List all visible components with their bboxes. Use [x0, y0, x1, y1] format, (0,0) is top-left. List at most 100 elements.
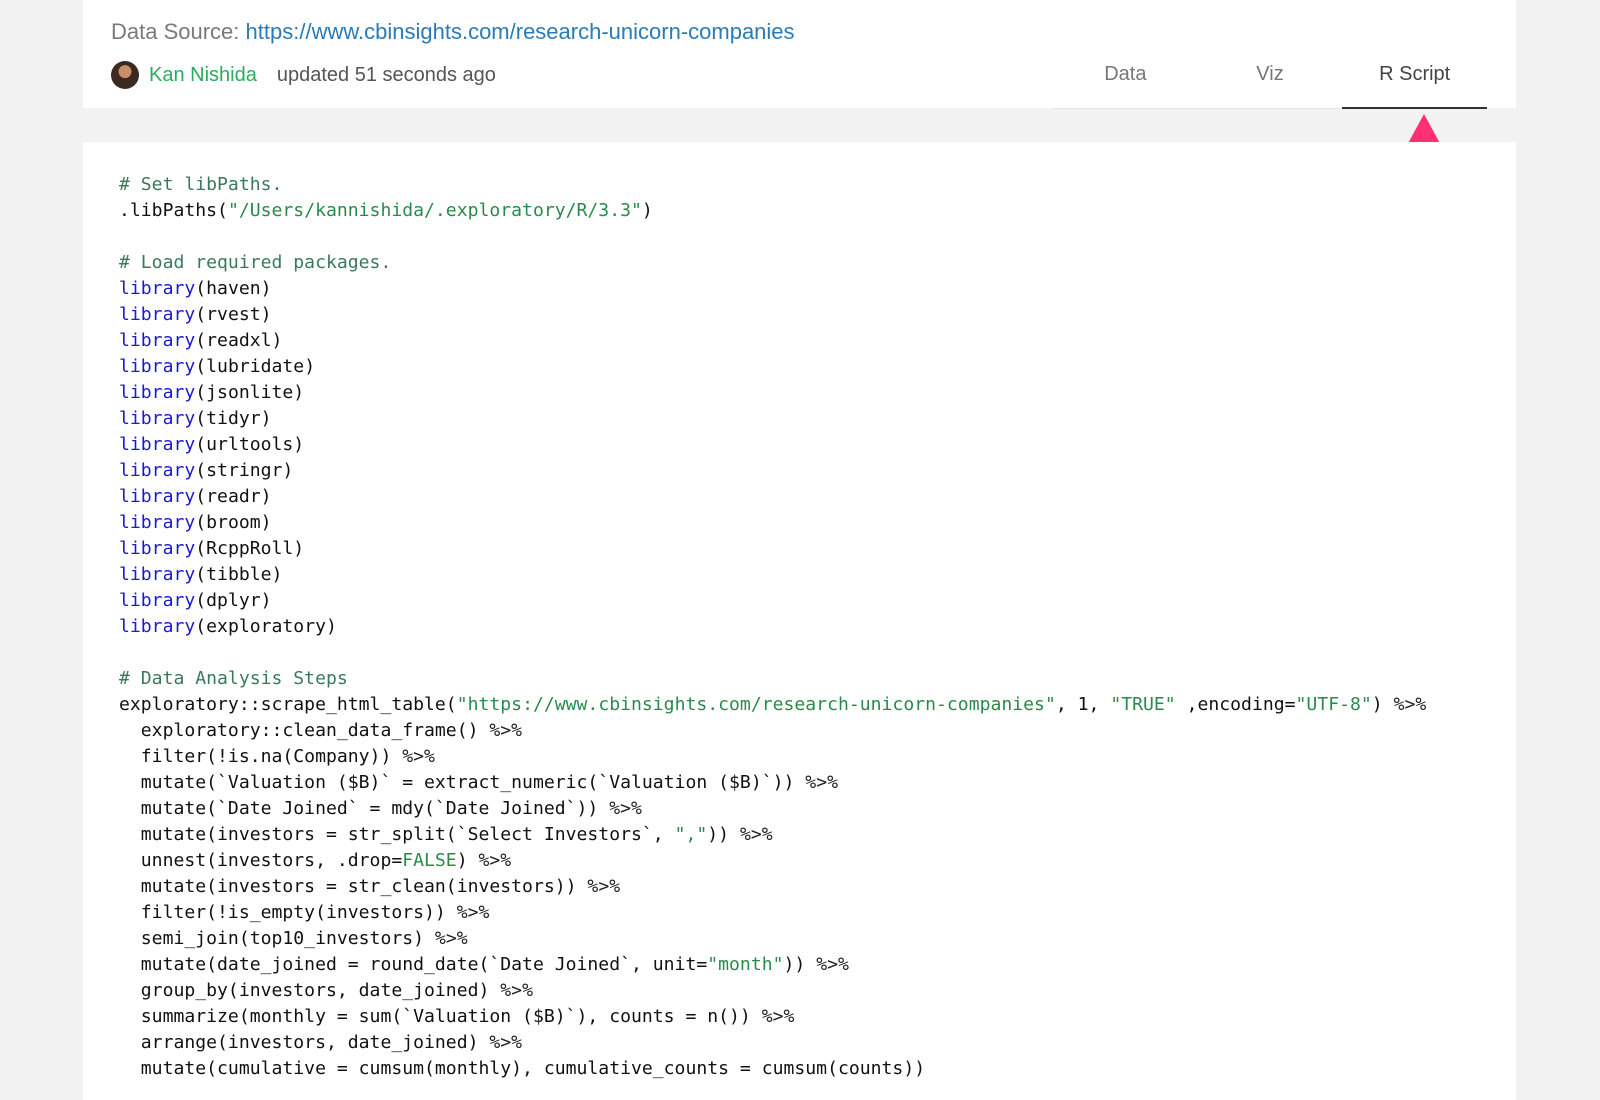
- tab-viz[interactable]: Viz: [1198, 50, 1343, 108]
- code-line: mutate(cumulative = cumsum(monthly), cum…: [119, 1056, 1426, 1082]
- code-keyword: library: [119, 460, 196, 481]
- code-pipe-operator: %>%: [1393, 694, 1427, 715]
- code-keyword: library: [119, 356, 196, 377]
- code-text: mutate(date_joined = round_date(`Date Jo…: [119, 954, 708, 975]
- code-pipe-operator: %>%: [609, 798, 642, 819]
- code-pipe-operator: %>%: [456, 902, 490, 923]
- code-text: (RcppRoll): [195, 538, 305, 559]
- code-string: "UTF-8": [1295, 694, 1372, 715]
- code-line: # Set libPaths.: [119, 172, 1426, 198]
- code-text: )): [707, 824, 740, 845]
- tab-r-script[interactable]: R Script: [1342, 50, 1487, 109]
- code-text: mutate(cumulative = cumsum(monthly), cum…: [119, 1058, 926, 1079]
- code-line: mutate(`Date Joined` = mdy(`Date Joined`…: [119, 796, 1426, 822]
- code-text: ): [456, 850, 479, 871]
- view-tabs: Data Viz R Script: [1053, 50, 1487, 109]
- tab-data[interactable]: Data: [1053, 50, 1198, 108]
- code-line: mutate(investors = str_split(`Select Inv…: [119, 822, 1426, 848]
- code-string: "/Users/kannishida/.exploratory/R/3.3": [227, 200, 642, 221]
- code-text: (jsonlite): [195, 382, 305, 403]
- code-line: filter(!is_empty(investors)) %>%: [119, 900, 1426, 926]
- code-line: library(rvest): [119, 302, 1426, 328]
- code-text: (rvest): [195, 304, 272, 325]
- code-line: library(haven): [119, 276, 1426, 302]
- code-line: mutate(date_joined = round_date(`Date Jo…: [119, 952, 1426, 978]
- code-text: arrange(investors, date_joined): [119, 1032, 490, 1053]
- code-text: group_by(investors, date_joined): [119, 980, 501, 1001]
- code-text: ,encoding=: [1175, 694, 1296, 715]
- page-header: Data Source: https://www.cbinsights.com/…: [83, 0, 1516, 109]
- code-line: library(jsonlite): [119, 380, 1426, 406]
- code-line: library(urltools): [119, 432, 1426, 458]
- code-text: filter(!is.na(Company)): [119, 746, 403, 767]
- code-line: exploratory::scrape_html_table("https://…: [119, 692, 1426, 718]
- code-line: library(stringr): [119, 458, 1426, 484]
- updated-timestamp: updated 51 seconds ago: [276, 63, 496, 86]
- r-script-panel: # Set libPaths. .libPaths("/Users/kannish…: [83, 142, 1516, 1100]
- code-keyword: library: [119, 434, 196, 455]
- code-line: # Load required packages.: [119, 250, 1426, 276]
- data-source-link[interactable]: https://www.cbinsights.com/research-unic…: [246, 19, 795, 44]
- code-line: # Data Analysis Steps: [119, 666, 1426, 692]
- code-pipe-operator: %>%: [489, 1032, 523, 1053]
- code-keyword: library: [119, 330, 196, 351]
- code-text: ): [641, 200, 653, 221]
- code-text: (broom): [195, 512, 272, 533]
- code-text: semi_join(top10_investors): [119, 928, 435, 949]
- code-comment: # Load required packages.: [119, 252, 392, 273]
- code-comment: # Data Analysis Steps: [119, 668, 348, 689]
- code-line: library(tidyr): [119, 406, 1426, 432]
- code-string: "month": [707, 954, 784, 975]
- data-source-label: Data Source:: [111, 19, 240, 44]
- code-keyword: library: [119, 538, 196, 559]
- code-line: arrange(investors, date_joined) %>%: [119, 1030, 1426, 1056]
- code-text: ): [1371, 694, 1394, 715]
- code-keyword: library: [119, 616, 196, 637]
- code-text: filter(!is_empty(investors)): [119, 902, 457, 923]
- code-text: summarize(monthly = sum(`Valuation ($B)`…: [119, 1006, 762, 1027]
- code-text: mutate(`Valuation ($B)` = extract_numeri…: [119, 772, 806, 793]
- code-line: library(tibble): [119, 562, 1426, 588]
- code-line: group_by(investors, date_joined) %>%: [119, 978, 1426, 1004]
- code-keyword: library: [119, 486, 196, 507]
- code-keyword: library: [119, 512, 196, 533]
- code-line: library(readxl): [119, 328, 1426, 354]
- code-text: mutate(investors = str_clean(investors)): [119, 876, 588, 897]
- code-line: semi_join(top10_investors) %>%: [119, 926, 1426, 952]
- code-line: library(dplyr): [119, 588, 1426, 614]
- code-line: library(RcppRoll): [119, 536, 1426, 562]
- code-text: (haven): [195, 278, 272, 299]
- code-line: filter(!is.na(Company)) %>%: [119, 744, 1426, 770]
- code-text: (exploratory): [195, 616, 337, 637]
- code-comment: # Set libPaths.: [119, 174, 283, 195]
- code-text: exploratory::scrape_html_table(: [119, 694, 457, 715]
- code-pipe-operator: %>%: [816, 954, 849, 975]
- avatar[interactable]: [111, 61, 139, 89]
- code-line: library(broom): [119, 510, 1426, 536]
- code-text: exploratory::clean_data_frame(): [119, 720, 490, 741]
- r-script-code: # Set libPaths. .libPaths("/Users/kannish…: [119, 172, 1426, 1082]
- code-literal: FALSE: [402, 850, 457, 871]
- code-pipe-operator: %>%: [478, 850, 512, 871]
- code-text: unnest(investors, .drop=: [119, 850, 403, 871]
- code-pipe-operator: %>%: [489, 720, 523, 741]
- code-line: library(exploratory): [119, 614, 1426, 640]
- data-source-line: Data Source: https://www.cbinsights.com/…: [111, 19, 795, 45]
- code-line: library(lubridate): [119, 354, 1426, 380]
- code-line: library(readr): [119, 484, 1426, 510]
- code-line: summarize(monthly = sum(`Valuation ($B)`…: [119, 1004, 1426, 1030]
- code-pipe-operator: %>%: [587, 876, 621, 897]
- code-keyword: library: [119, 278, 196, 299]
- code-text: mutate(`Date Joined` = mdy(`Date Joined`…: [119, 798, 610, 819]
- code-keyword: library: [119, 304, 196, 325]
- code-line: .libPaths("/Users/kannishida/.explorator…: [119, 198, 1426, 224]
- code-string: "TRUE": [1110, 694, 1176, 715]
- code-pipe-operator: %>%: [739, 824, 773, 845]
- code-text: )): [783, 954, 817, 975]
- code-line: mutate(investors = str_clean(investors))…: [119, 874, 1426, 900]
- code-text: (dplyr): [195, 590, 272, 611]
- author-link[interactable]: Kan Nishida: [149, 64, 257, 87]
- code-line: exploratory::clean_data_frame() %>%: [119, 718, 1426, 744]
